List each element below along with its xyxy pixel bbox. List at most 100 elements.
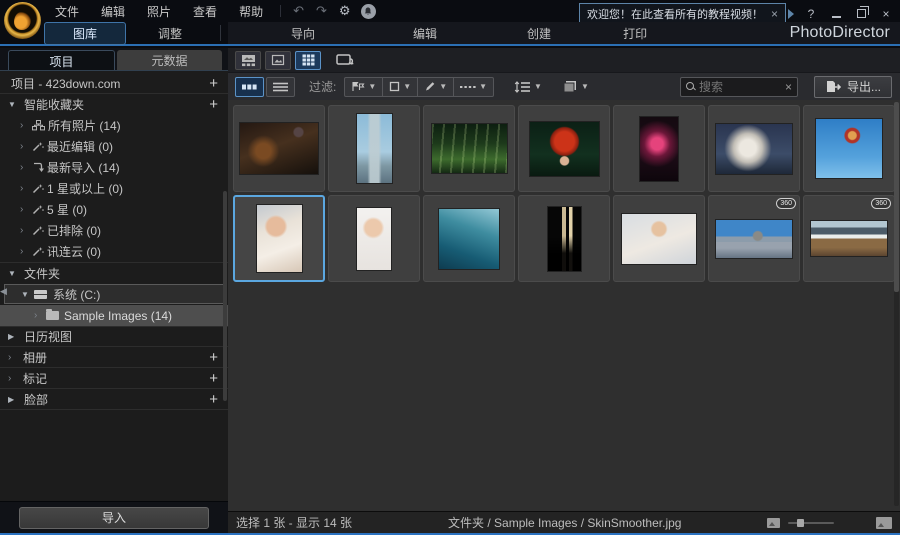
- add-project-icon[interactable]: +: [209, 76, 218, 91]
- browser-filmstrip-view-button[interactable]: [235, 50, 261, 70]
- sidebar-item-latest-import[interactable]: › 最新导入 (14): [0, 157, 228, 178]
- chevron-right-icon[interactable]: ▶: [8, 395, 21, 404]
- add-face-icon[interactable]: +: [209, 392, 218, 407]
- chevron-down-icon[interactable]: ▼: [21, 290, 34, 299]
- photo-cell-maple-leaf[interactable]: [518, 105, 610, 192]
- add-tag-icon[interactable]: +: [209, 371, 218, 386]
- grid-view-button[interactable]: [295, 50, 321, 70]
- thumbnail-view-button[interactable]: [235, 76, 264, 97]
- thumbnail-skyscraper: [355, 113, 393, 184]
- tab-project[interactable]: 项目: [8, 50, 115, 70]
- redo-icon[interactable]: ↷: [312, 3, 331, 19]
- notification-bell-icon[interactable]: [360, 3, 376, 19]
- menu-file[interactable]: 文件: [46, 0, 88, 23]
- thumbnail-size-slider[interactable]: [788, 518, 834, 527]
- chevron-right-icon[interactable]: ▶: [8, 332, 21, 341]
- tooltip-close-icon[interactable]: ×: [771, 7, 778, 21]
- folder-row-sample-images[interactable]: › Sample Images (14): [0, 305, 228, 326]
- filter-label: 过滤:: [309, 80, 337, 94]
- smart-collection-header[interactable]: ▼ 智能收藏夹 +: [0, 94, 228, 115]
- menu-help[interactable]: 帮助: [230, 0, 272, 23]
- list-view-button[interactable]: [266, 76, 295, 97]
- project-row[interactable]: 项目 - 423down.com +: [0, 73, 228, 94]
- tab-library[interactable]: 图库: [44, 21, 126, 45]
- photo-cell-skyscraper[interactable]: [328, 105, 420, 192]
- tab-guided[interactable]: 导向: [281, 23, 325, 44]
- sidebar-item-all-photos[interactable]: › 所有照片 (14): [0, 115, 228, 136]
- drive-row-system-c[interactable]: ▼ 系统 (C:): [4, 284, 224, 304]
- albums-label: 相册: [23, 350, 48, 365]
- search-input[interactable]: [698, 79, 781, 94]
- search-clear-icon[interactable]: ×: [785, 80, 792, 94]
- chevron-right-icon: ›: [20, 162, 24, 173]
- add-album-icon[interactable]: +: [209, 350, 218, 365]
- albums-row[interactable]: › 相册 +: [0, 347, 228, 368]
- small-thumbnail-icon[interactable]: [767, 517, 780, 528]
- smart-collection-label: 智能收藏夹: [24, 98, 85, 112]
- tags-row[interactable]: › 标记 +: [0, 368, 228, 389]
- latest-import-label: 最新导入 (14): [47, 161, 120, 175]
- chevron-right-icon: ›: [20, 141, 24, 152]
- calendar-view-row[interactable]: ▶ 日历视图: [0, 326, 228, 347]
- more-filter-button[interactable]: ▼: [453, 76, 495, 97]
- grid-scrollbar[interactable]: [894, 102, 899, 506]
- minimize-button[interactable]: [828, 7, 844, 21]
- photo-cell-snowboarder[interactable]: [803, 105, 895, 192]
- sort-order-button[interactable]: ▼: [508, 77, 548, 97]
- sidebar-item-recent-edits[interactable]: › 最近编辑 (0): [0, 136, 228, 157]
- folders-header[interactable]: ▼ 文件夹: [0, 262, 228, 283]
- stack-photos-button[interactable]: ▼: [556, 77, 595, 97]
- photo-cell-woman-laughing[interactable]: [328, 195, 420, 282]
- photo-cell-window-blinds[interactable]: [518, 195, 610, 282]
- sidebar-item-one-star-up[interactable]: › 1 星或以上 (0): [0, 178, 228, 199]
- sidebar-item-five-star[interactable]: › 5 星 (0): [0, 199, 228, 220]
- tab-adjust[interactable]: 调整: [148, 23, 192, 44]
- photo-cell-panorama-canyon[interactable]: 360: [803, 195, 895, 282]
- import-button[interactable]: 导入: [19, 506, 209, 529]
- photo-cell-woman-leaning[interactable]: [613, 195, 705, 282]
- slider-thumb[interactable]: [797, 518, 804, 527]
- maximize-button[interactable]: [853, 6, 869, 21]
- menu-view[interactable]: 查看: [184, 0, 226, 23]
- menu-edit[interactable]: 编辑: [92, 0, 134, 23]
- export-button[interactable]: 导出...: [813, 75, 892, 98]
- tab-edit[interactable]: 编辑: [403, 23, 447, 44]
- tab-print[interactable]: 打印: [613, 23, 657, 44]
- filter-button-group: ▼ ▼ ▼ ▼: [344, 76, 495, 97]
- welcome-tooltip-text: 欢迎您！在此查看所有的教程视频！: [586, 9, 763, 21]
- recent-edits-label: 最近编辑 (0): [47, 140, 114, 154]
- magic-wand-icon: [32, 226, 44, 236]
- photo-cell-rocket-launch[interactable]: [708, 105, 800, 192]
- flag-filter-button[interactable]: ▼: [344, 76, 384, 97]
- sidebar-collapse-icon[interactable]: ◀: [0, 286, 7, 297]
- badge-360: 360: [871, 198, 891, 209]
- faces-row[interactable]: ▶ 脸部 +: [0, 389, 228, 410]
- photo-cell-panorama-beach[interactable]: 360: [708, 195, 800, 282]
- photo-cell-forest[interactable]: [423, 105, 515, 192]
- secondary-display-button[interactable]: [335, 53, 355, 68]
- chevron-down-icon[interactable]: ▼: [8, 100, 21, 109]
- library-tree: 项目 - 423down.com + ▼ 智能收藏夹 + › 所有照片 (14)…: [0, 70, 228, 501]
- sidebar-scrollbar[interactable]: [223, 191, 227, 401]
- settings-gear-icon[interactable]: ⚙: [335, 3, 355, 19]
- grid-scrollbar-thumb[interactable]: [894, 102, 899, 292]
- tab-create[interactable]: 创建: [517, 23, 561, 44]
- photo-cell-ocean-wave[interactable]: [423, 195, 515, 282]
- app-title: PhotoDirector: [789, 24, 890, 41]
- photo-cell-basketball-dunk[interactable]: [233, 105, 325, 192]
- add-smart-collection-icon[interactable]: +: [209, 97, 218, 112]
- chevron-down-icon[interactable]: ▼: [8, 269, 21, 278]
- viewer-view-button[interactable]: [265, 50, 291, 70]
- large-thumbnail-icon[interactable]: [876, 516, 892, 529]
- close-button[interactable]: ×: [878, 7, 894, 21]
- sidebar-item-cyberlink-cloud[interactable]: › 讯连云 (0): [0, 241, 228, 262]
- menu-photo[interactable]: 照片: [138, 0, 180, 23]
- sidebar-item-rejected[interactable]: › 已排除 (0): [0, 220, 228, 241]
- photo-cell-woman-smiling-selected[interactable]: [233, 195, 325, 282]
- undo-icon[interactable]: ↶: [289, 3, 308, 19]
- tab-metadata[interactable]: 元数据: [117, 50, 222, 70]
- label-filter-button[interactable]: ▼: [382, 76, 419, 97]
- help-button[interactable]: ?: [803, 7, 819, 21]
- photo-cell-neon-sign[interactable]: [613, 105, 705, 192]
- edited-filter-button[interactable]: ▼: [417, 76, 455, 97]
